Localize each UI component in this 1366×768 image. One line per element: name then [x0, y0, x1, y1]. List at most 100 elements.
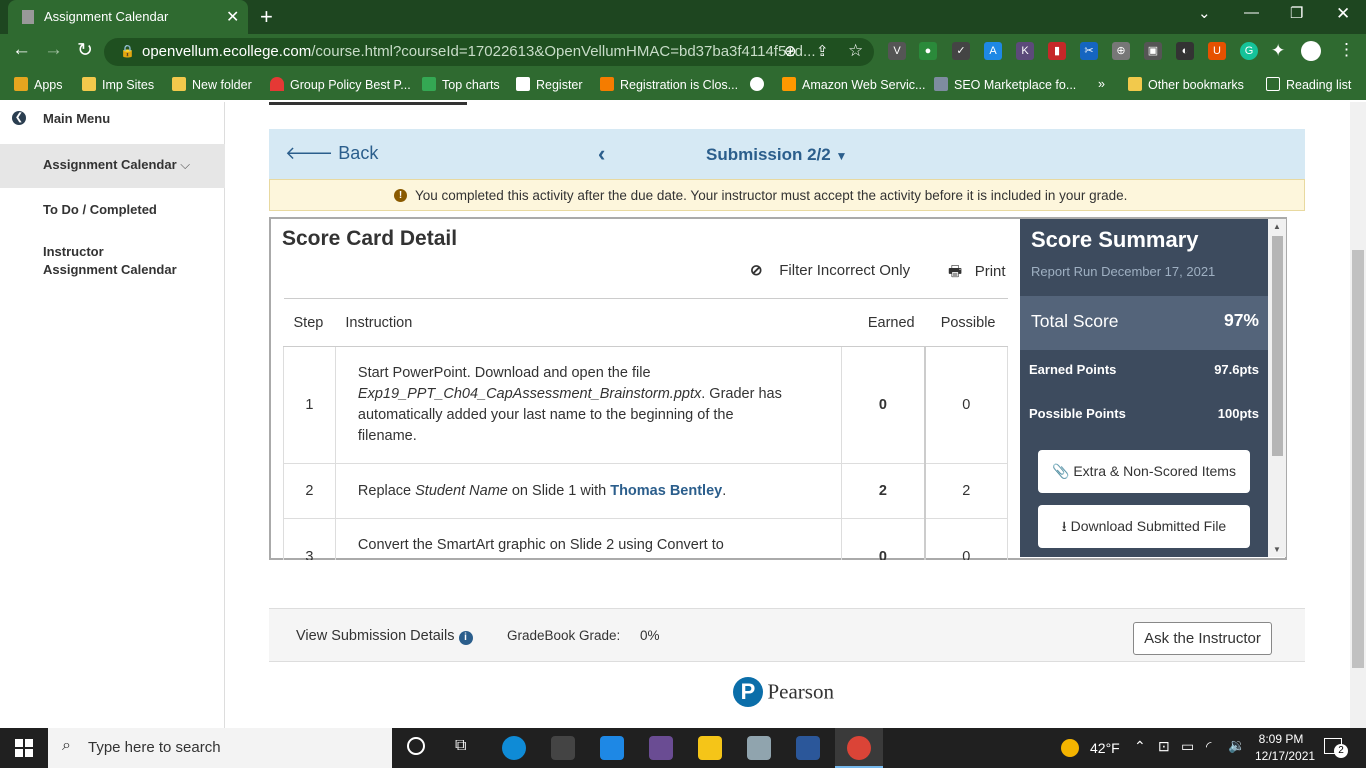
wifi-icon[interactable]: ◜ — [1206, 738, 1211, 755]
extension-icon[interactable]: ✂ — [1080, 42, 1098, 60]
submission-selector[interactable]: Submission 2/2 ▼ — [706, 145, 847, 165]
zoom-icon[interactable]: ⊕ — [784, 42, 797, 60]
profile-avatar-icon[interactable] — [1301, 41, 1321, 61]
cortana-icon[interactable] — [407, 737, 425, 755]
forward-nav-icon[interactable]: → — [44, 39, 63, 61]
bookmark-folder[interactable]: New folder — [172, 77, 252, 92]
extension-icon[interactable]: U — [1208, 42, 1226, 60]
site-icon — [270, 77, 284, 91]
sidebar-main-menu[interactable]: Main Menu — [43, 111, 110, 126]
bookmark-folder[interactable]: Imp Sites — [82, 77, 154, 92]
chrome-taskbar-item[interactable] — [835, 728, 883, 768]
restore-button[interactable]: ❐ — [1290, 4, 1303, 22]
mail-icon[interactable] — [600, 736, 624, 760]
bookmark-link[interactable]: Amazon Web Servic... — [782, 77, 925, 92]
scroll-down-icon[interactable]: ▼ — [1273, 545, 1281, 554]
weather-icon[interactable] — [1061, 739, 1079, 757]
back-nav-icon[interactable]: ← — [12, 39, 31, 61]
minimize-button[interactable]: — — [1244, 4, 1259, 21]
reading-list[interactable]: Reading list — [1266, 77, 1351, 92]
reload-icon[interactable]: ↻ — [77, 39, 93, 62]
folder-icon — [82, 77, 96, 91]
chrome-icon — [847, 736, 871, 760]
clock[interactable]: 8:09 PM 12/17/2021 — [1255, 731, 1315, 765]
back-circle-icon[interactable]: ❮ — [12, 111, 26, 125]
browser-tab[interactable]: Assignment Calendar ✕ — [8, 0, 248, 34]
app-icon[interactable] — [747, 736, 771, 760]
extension-icon[interactable]: ✓ — [952, 42, 970, 60]
paperclip-icon: 📎 — [1052, 463, 1070, 479]
extension-icon[interactable]: ▣ — [1144, 42, 1162, 60]
warning-icon: ! — [394, 189, 407, 202]
ask-instructor-button[interactable]: Ask the Instructor — [1133, 622, 1272, 655]
sidebar-item-assignment-calendar[interactable]: Assignment Calendar ⌵ — [43, 157, 190, 173]
bookmark-link[interactable] — [750, 77, 770, 92]
tray-chevron-icon[interactable]: ⌃ — [1134, 738, 1146, 755]
extension-icon[interactable]: ⊕ — [1112, 42, 1130, 60]
edge-icon[interactable] — [502, 736, 526, 760]
sidebar-item-instructor[interactable]: Instructor — [43, 244, 104, 259]
extension-icon[interactable]: K — [1016, 42, 1034, 60]
new-tab-button[interactable]: + — [260, 4, 273, 30]
instruction-cell: Replace Student Name on Slide 1 with Tho… — [334, 463, 843, 519]
meet-icon[interactable]: ⊡ — [1158, 738, 1170, 755]
possible-cell: 2 — [924, 463, 1008, 519]
bookmark-link[interactable]: Top charts — [422, 77, 500, 92]
grammarly-icon[interactable]: G — [1240, 42, 1258, 60]
file-explorer-icon[interactable] — [698, 736, 722, 760]
extension-icon[interactable]: ◐ — [1176, 42, 1194, 60]
sidebar — [0, 102, 225, 728]
card-scrollbar-thumb[interactable] — [1272, 236, 1283, 456]
sidebar-item-instructor-calendar[interactable]: Assignment Calendar — [43, 262, 177, 277]
close-window-button[interactable]: ✕ — [1336, 4, 1350, 24]
total-score-value: 97% — [1223, 310, 1259, 330]
volume-icon[interactable]: 🔉 — [1228, 737, 1245, 754]
windows-start-icon[interactable] — [15, 739, 33, 757]
extension-icon[interactable]: ● — [919, 42, 937, 60]
scroll-up-icon[interactable]: ▲ — [1273, 222, 1281, 231]
previous-submission-icon[interactable]: ‹ — [598, 141, 605, 167]
back-button[interactable]: 🡐 Back — [285, 143, 378, 164]
bookmark-apps[interactable]: Apps — [14, 77, 63, 92]
col-step: Step — [283, 298, 336, 347]
extension-icon[interactable]: V — [888, 42, 906, 60]
bookmark-star-icon[interactable]: ☆ — [848, 41, 863, 61]
col-instruction: Instruction — [335, 298, 842, 347]
download-file-button[interactable]: ⭳ Download Submitted File — [1038, 505, 1250, 548]
task-view-icon[interactable]: ⧉ — [455, 737, 466, 755]
taskbar-search[interactable]: ⌕ Type here to search — [48, 728, 392, 768]
bookmark-folder[interactable]: Other bookmarks — [1128, 77, 1244, 92]
view-submission-details[interactable]: View Submission Details i — [296, 628, 473, 645]
battery-icon[interactable]: ▭ — [1181, 738, 1194, 755]
temperature[interactable]: 42°F — [1090, 740, 1120, 756]
notification-badge: 2 — [1334, 744, 1348, 758]
tab-search-icon[interactable]: ⌄ — [1198, 4, 1211, 22]
sidebar-item-todo[interactable]: To Do / Completed — [43, 202, 157, 217]
bookmark-link[interactable]: Group Policy Best P... — [270, 77, 411, 92]
site-icon — [516, 77, 530, 91]
play-icon — [422, 77, 436, 91]
address-bar[interactable]: 🔒 openvellum.ecollege.com/course.html?co… — [104, 38, 874, 66]
extensions-puzzle-icon[interactable]: ✦ — [1271, 41, 1285, 61]
extension-icon[interactable]: A — [984, 42, 1002, 60]
lock-icon: 🔒 — [120, 44, 135, 58]
share-icon[interactable]: ⇪ — [816, 42, 829, 60]
summary-title: Score Summary — [1031, 227, 1199, 252]
earned-cell: 2 — [841, 463, 926, 519]
instruction-cell: Start PowerPoint. Download and open the … — [334, 346, 843, 464]
bookmarks-overflow[interactable]: » — [1098, 77, 1105, 91]
extra-items-button[interactable]: 📎 Extra & Non-Scored Items — [1038, 450, 1250, 493]
table-row: 1 Start PowerPoint. Download and open th… — [283, 346, 1008, 464]
bookmark-link[interactable]: Register — [516, 77, 583, 92]
extension-icon[interactable]: ▮ — [1048, 42, 1066, 60]
page-scrollbar-thumb[interactable] — [1352, 250, 1364, 668]
word-icon[interactable] — [796, 736, 820, 760]
menu-kebab-icon[interactable]: ⋮ — [1338, 40, 1355, 60]
store-icon[interactable] — [551, 736, 575, 760]
bookmark-link[interactable]: SEO Marketplace fo... — [934, 77, 1076, 92]
close-tab-icon[interactable]: ✕ — [226, 7, 239, 27]
bookmark-link[interactable]: Registration is Clos... — [600, 77, 738, 92]
site-icon — [600, 77, 614, 91]
video-editor-icon[interactable] — [649, 736, 673, 760]
total-score-band: Total Score 97% — [1020, 296, 1268, 350]
